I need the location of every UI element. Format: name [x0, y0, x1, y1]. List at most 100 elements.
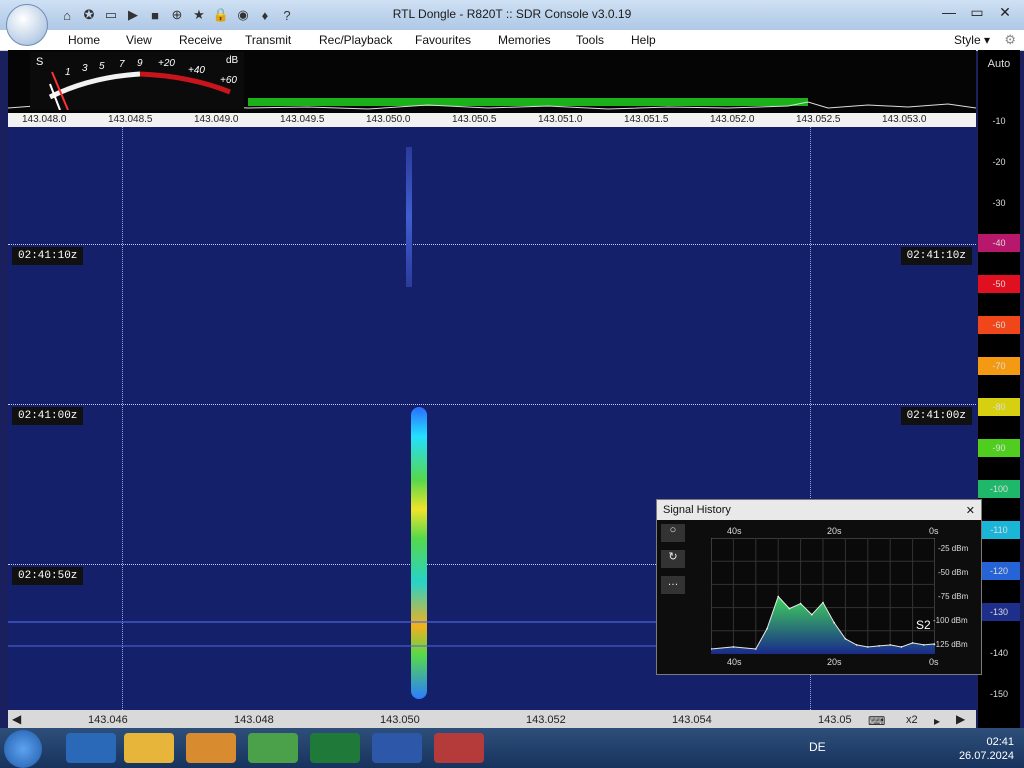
menu-transmit[interactable]: Transmit: [245, 33, 291, 47]
bottom-frequency-ruler[interactable]: ◀ 143.046 143.048 143.050 143.052 143.05…: [8, 710, 976, 728]
menu-favourites[interactable]: Favourites: [415, 33, 471, 47]
excel-icon[interactable]: [310, 733, 360, 763]
language-indicator[interactable]: DE: [809, 740, 826, 754]
dbm-label: -125 dBm: [933, 640, 968, 649]
signal-history-title: Signal History: [663, 504, 731, 516]
time-axis-label: 20s: [827, 657, 842, 667]
noise-line: [8, 621, 656, 623]
menu-home[interactable]: Home: [68, 33, 100, 47]
bottom-freq-label: 143.054: [672, 714, 712, 726]
db-mark: -100: [978, 480, 1020, 498]
signal-point: [855, 644, 858, 646]
db-mark: -150: [989, 689, 1008, 699]
db-mark: -10: [992, 116, 1006, 126]
menu-help[interactable]: Help: [631, 33, 656, 47]
bottom-freq-label: 143.048: [234, 714, 274, 726]
zoom-selector[interactable]: x2: [906, 714, 918, 726]
signal-point: [755, 648, 757, 650]
signal-point: [900, 646, 903, 648]
freq-label: 143.050.0: [366, 114, 411, 125]
dbm-label: -100 dBm: [933, 616, 968, 625]
minimize-button[interactable]: —: [936, 2, 962, 22]
window-title: RTL Dongle - R820T :: SDR Console v3.0.1…: [392, 7, 632, 21]
style-label: Style: [953, 33, 981, 47]
freq-label: 143.051.0: [538, 114, 583, 125]
bottom-freq-label: 143.052: [526, 714, 566, 726]
menu-tools[interactable]: Tools: [576, 33, 604, 47]
signal-point: [788, 607, 791, 610]
meter-label-1: 1: [65, 67, 71, 78]
meter-label-plus20: +20: [158, 58, 175, 69]
clock-time: 02:41: [986, 736, 1014, 748]
explorer-icon[interactable]: [124, 733, 174, 763]
close-button[interactable]: ✕: [992, 2, 1018, 22]
zoom-next-button[interactable]: ▸: [934, 714, 940, 728]
record-button[interactable]: ○: [661, 524, 685, 542]
db-mark: -30: [992, 198, 1006, 208]
db-mark: -110: [978, 521, 1020, 539]
close-icon[interactable]: ✕: [966, 504, 975, 517]
freq-label: 143.053.0: [882, 114, 927, 125]
keyboard-icon[interactable]: ⌨: [868, 714, 885, 728]
menu-view[interactable]: View: [126, 33, 152, 47]
freq-label: 143.051.5: [624, 114, 669, 125]
dbm-label: -50 dBm: [938, 568, 969, 577]
signal-point: [889, 644, 891, 646]
timestamp-right: 02:41:10z: [900, 247, 972, 265]
noise-line: [8, 645, 656, 647]
word-icon[interactable]: [372, 733, 422, 763]
freq-label: 143.052.5: [796, 114, 841, 125]
meter-label-db: dB: [226, 55, 239, 66]
db-mark: -90: [978, 439, 1020, 457]
timestamp-left: 02:41:00z: [12, 407, 84, 425]
db-mark: -140: [989, 648, 1008, 658]
more-button[interactable]: …: [661, 576, 685, 594]
freq-label: 143.050.5: [452, 114, 497, 125]
time-grid-line: [8, 244, 976, 245]
meter-label-9: 9: [137, 58, 143, 69]
media-player-icon[interactable]: [186, 733, 236, 763]
sdr-console-icon[interactable]: [434, 733, 484, 763]
menu-memories[interactable]: Memories: [498, 33, 551, 47]
freq-label: 143.049.5: [280, 114, 325, 125]
s-meter: S 1 3 5 7 9 +20 +40 +60 dB: [30, 52, 244, 111]
clock[interactable]: 02:41 26.07.2024: [959, 735, 1014, 763]
db-mark: -80: [978, 398, 1020, 416]
scroll-right-button[interactable]: ▶: [956, 712, 965, 726]
meter-label-5: 5: [99, 61, 105, 72]
time-axis-label: 20s: [827, 526, 842, 536]
auto-button[interactable]: Auto: [978, 58, 1020, 70]
gear-icon[interactable]: ⚙: [1004, 32, 1016, 48]
db-mark: -130: [978, 603, 1020, 621]
signal-point: [811, 613, 813, 616]
chrome-icon[interactable]: [248, 733, 298, 763]
dbm-label: -25 dBm: [938, 544, 969, 553]
reset-button[interactable]: ↻: [661, 550, 685, 568]
signal-point: [766, 627, 768, 630]
db-mark: -20: [992, 157, 1006, 167]
timestamp-left: 02:40:50z: [12, 567, 84, 585]
freq-label: 143.048.5: [108, 114, 153, 125]
bottom-freq-label: 143.046: [88, 714, 128, 726]
signal-trace: [411, 407, 427, 699]
db-scale[interactable]: Auto -10 -20 -30 -40 -50 -60 -70 -80 -90…: [978, 50, 1020, 728]
db-mark: -60: [978, 316, 1020, 334]
menu-receive[interactable]: Receive: [179, 33, 222, 47]
s-meter-readout: S2: [916, 618, 931, 632]
scroll-left-button[interactable]: ◀: [12, 712, 21, 726]
style-dropdown[interactable]: Style ▾: [954, 33, 990, 47]
title-bar: ⌂ ✪ ▭ ▶ ■ ⊕ ★ 🔒 ◉ ♦ ? RTL Dongle - R820T…: [0, 0, 1024, 46]
maximize-button[interactable]: ▭: [964, 2, 990, 22]
signal-point: [878, 645, 880, 647]
signal-point: [923, 644, 925, 646]
db-mark: -40: [978, 234, 1020, 252]
start-button[interactable]: [4, 730, 42, 768]
menu-rec-playback[interactable]: Rec/Playback: [319, 33, 392, 47]
time-axis-label: 0s: [929, 657, 939, 667]
application-menu-button[interactable]: [6, 4, 48, 46]
signal-point: [867, 646, 869, 648]
internet-explorer-icon[interactable]: [66, 733, 116, 763]
time-axis-label: 40s: [727, 657, 742, 667]
meter-label-7: 7: [119, 59, 125, 70]
frequency-ruler[interactable]: 143.048.0 143.048.5 143.049.0 143.049.5 …: [8, 113, 976, 127]
